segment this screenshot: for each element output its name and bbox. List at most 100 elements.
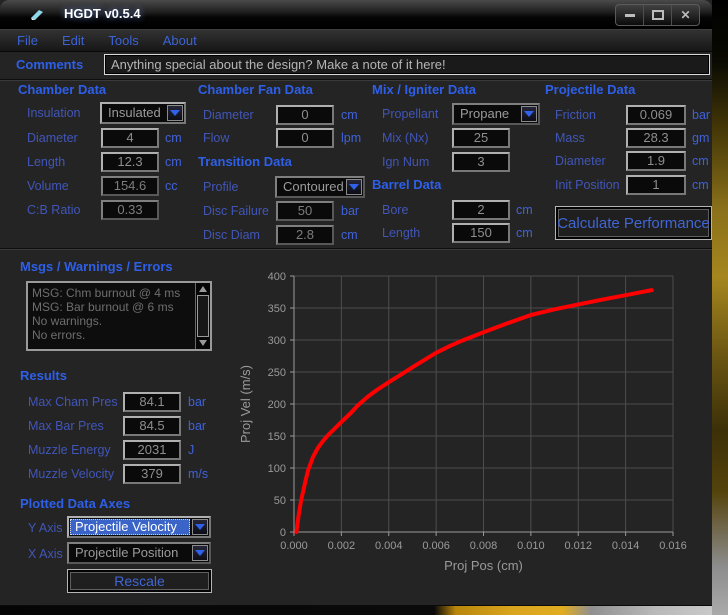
cb-ratio-field: 0.33 <box>101 200 159 220</box>
title-bar: HGDT v0.5.4 ✕ <box>0 0 712 29</box>
chevron-down-glyph <box>170 110 180 116</box>
chamber-length-unit: cm <box>165 155 182 169</box>
x-tick-label: 0.014 <box>612 540 640 552</box>
disc-diam-field[interactable]: 2.8 <box>276 225 334 245</box>
fan-diameter-unit: cm <box>341 108 358 122</box>
y-tick-label: 250 <box>268 367 286 379</box>
max-cham-pres-label: Max Cham Pres <box>28 395 118 409</box>
divider <box>0 248 712 250</box>
calculate-performance-button[interactable]: Calculate Performance <box>555 206 712 240</box>
maximize-icon <box>652 10 664 20</box>
menu-item-file[interactable]: File <box>5 33 50 48</box>
chevron-down-icon[interactable] <box>192 519 208 535</box>
init-position-field[interactable]: 1 <box>626 175 686 195</box>
comments-input[interactable]: Anything special about the design? Make … <box>104 54 710 75</box>
mix-nx-field[interactable]: 25 <box>452 128 510 148</box>
fan-flow-field[interactable]: 0 <box>276 128 334 148</box>
close-button[interactable]: ✕ <box>671 5 699 25</box>
chevron-down-glyph <box>524 111 534 117</box>
scroll-down-icon[interactable] <box>199 340 207 346</box>
max-bar-pres-label: Max Bar Pres <box>28 419 104 433</box>
chevron-down-icon[interactable] <box>167 105 183 121</box>
minimize-icon <box>625 14 635 17</box>
window-controls: ✕ <box>615 4 700 26</box>
chevron-down-glyph <box>195 550 205 556</box>
friction-field[interactable]: 0.069 <box>626 105 686 125</box>
insulation-value: Insulated <box>103 105 165 121</box>
profile-dropdown[interactable]: Contoured <box>275 176 365 198</box>
application-window: HGDT v0.5.4 ✕ File Edit Tools About Comm… <box>0 0 712 606</box>
minimize-button[interactable] <box>616 5 643 25</box>
projectile-diameter-label: Diameter <box>555 154 606 168</box>
barrel-length-unit: cm <box>516 226 533 240</box>
friction-label: Friction <box>555 108 596 122</box>
chevron-down-glyph <box>195 524 205 530</box>
disc-failure-field[interactable]: 50 <box>276 201 334 221</box>
propellant-dropdown[interactable]: Propane <box>452 103 540 125</box>
friction-unit: bar <box>692 108 710 122</box>
message-line: No errors. <box>28 328 210 342</box>
disc-diam-label: Disc Diam <box>203 228 260 242</box>
x-tick-label: 0.002 <box>328 540 356 552</box>
fan-flow-unit: lpm <box>341 131 361 145</box>
scroll-up-icon[interactable] <box>199 286 207 292</box>
bore-label: Bore <box>382 203 408 217</box>
messages-box[interactable]: MSG: Chm burnout @ 4 ms MSG: Bar burnout… <box>26 281 212 351</box>
barrel-data-heading: Barrel Data <box>372 177 441 192</box>
muzzle-energy-field: 2031 <box>123 440 181 460</box>
divider <box>0 79 712 81</box>
barrel-length-label: Length <box>382 226 420 240</box>
chevron-down-icon[interactable] <box>346 179 362 195</box>
mass-unit: gm <box>692 131 709 145</box>
menu-item-tools[interactable]: Tools <box>96 33 150 48</box>
chamber-diameter-label: Diameter <box>27 131 78 145</box>
max-cham-pres-unit: bar <box>188 395 206 409</box>
init-position-unit: cm <box>692 178 709 192</box>
muzzle-energy-label: Muzzle Energy <box>28 443 111 457</box>
x-tick-label: 0.004 <box>375 540 403 552</box>
menu-item-edit[interactable]: Edit <box>50 33 96 48</box>
comments-label: Comments <box>16 57 83 72</box>
mix-nx-label: Mix (Nx) <box>382 131 429 145</box>
ign-num-field[interactable]: 3 <box>452 152 510 172</box>
chamber-diameter-field[interactable]: 4 <box>101 128 159 148</box>
x-axis-dropdown[interactable]: Projectile Position <box>67 542 211 564</box>
y-tick-label: 200 <box>268 399 286 411</box>
chamber-volume-label: Volume <box>27 179 69 193</box>
message-line: No warnings. <box>28 314 210 328</box>
messages-scrollbar[interactable] <box>195 283 210 349</box>
x-tick-label: 0.012 <box>564 540 592 552</box>
chamber-volume-field: 154.6 <box>101 176 159 196</box>
bore-field[interactable]: 2 <box>452 200 510 220</box>
scrollbar-thumb[interactable] <box>197 295 209 337</box>
chamber-volume-unit: cc <box>165 179 178 193</box>
init-position-label: Init Position <box>555 178 620 192</box>
disc-failure-unit: bar <box>341 204 359 218</box>
x-axis-label: X Axis <box>28 547 63 561</box>
y-axis-dropdown[interactable]: Projectile Velocity <box>67 516 211 538</box>
rescale-button[interactable]: Rescale <box>67 569 212 593</box>
muzzle-velocity-unit: m/s <box>188 467 208 481</box>
chevron-down-icon[interactable] <box>192 545 208 561</box>
maximize-button[interactable] <box>643 5 671 25</box>
mass-field[interactable]: 28.3 <box>626 128 686 148</box>
mix-igniter-data-heading: Mix / Igniter Data <box>372 82 476 97</box>
fan-diameter-field[interactable]: 0 <box>276 105 334 125</box>
x-axis-value: Projectile Position <box>70 545 190 561</box>
fan-diameter-label: Diameter <box>203 108 254 122</box>
x-tick-label: 0.008 <box>470 540 498 552</box>
profile-label: Profile <box>203 180 238 194</box>
menu-item-about[interactable]: About <box>151 33 209 48</box>
propellant-label: Propellant <box>382 107 438 121</box>
barrel-length-field[interactable]: 150 <box>452 223 510 243</box>
y-axis-label: Y Axis <box>28 521 63 535</box>
disc-diam-unit: cm <box>341 228 358 242</box>
projectile-diameter-field[interactable]: 1.9 <box>626 151 686 171</box>
chamber-length-field[interactable]: 12.3 <box>101 152 159 172</box>
window-title: HGDT v0.5.4 <box>64 6 141 21</box>
profile-value: Contoured <box>278 179 344 195</box>
chevron-down-glyph <box>349 184 359 190</box>
velocity-curve <box>296 290 651 532</box>
insulation-dropdown[interactable]: Insulated <box>100 102 186 124</box>
chevron-down-icon[interactable] <box>521 106 537 122</box>
